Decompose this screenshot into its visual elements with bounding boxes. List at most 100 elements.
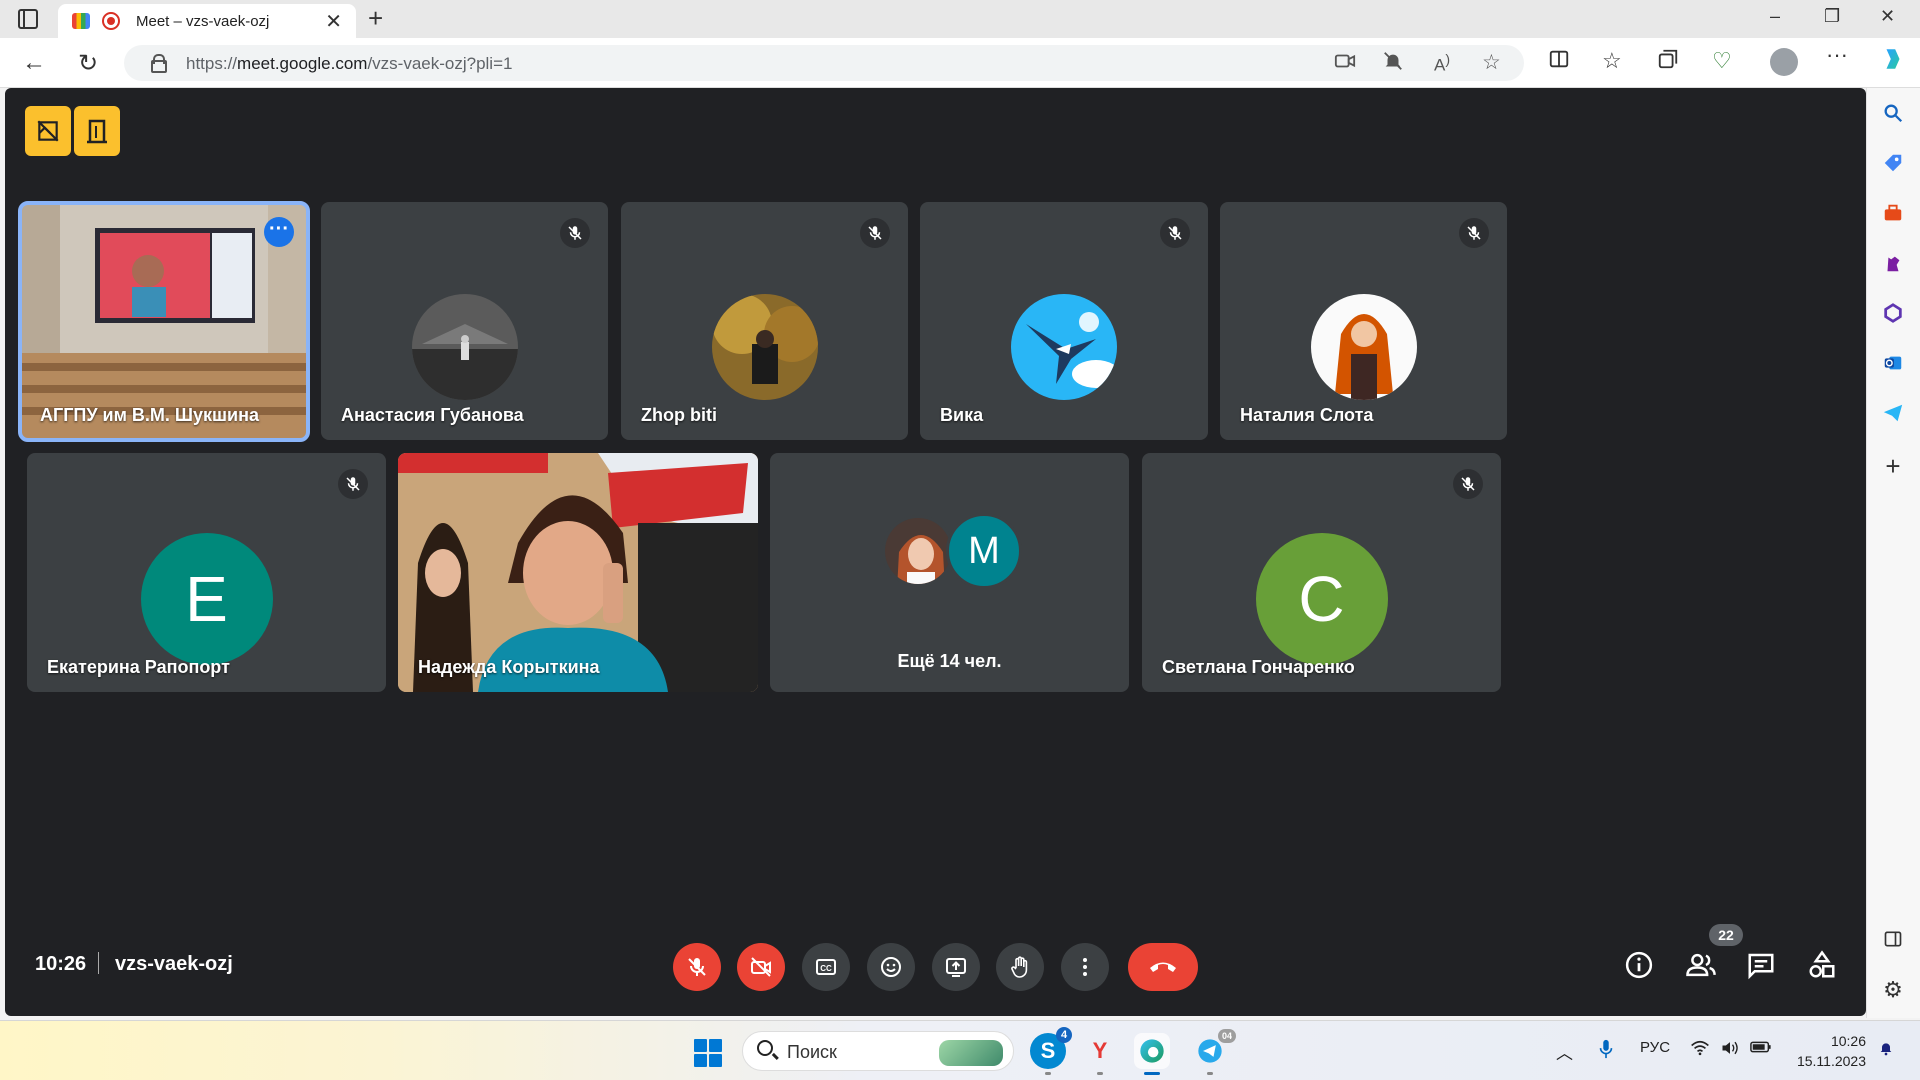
notifications-bell-icon[interactable] bbox=[1878, 1039, 1894, 1062]
participant-name: Zhop biti bbox=[641, 405, 717, 425]
breakout-rooms-button[interactable] bbox=[74, 106, 120, 156]
edge-browser-icon[interactable] bbox=[1134, 1033, 1170, 1075]
input-language-indicator[interactable]: РУС bbox=[1640, 1039, 1670, 1056]
shopping-tag-icon[interactable] bbox=[1879, 152, 1907, 180]
info-icon bbox=[1625, 951, 1653, 979]
microphone-toggle-button[interactable] bbox=[673, 943, 721, 991]
meeting-details-button[interactable] bbox=[1624, 950, 1658, 984]
windows-start-button[interactable] bbox=[694, 1039, 722, 1067]
hide-sidebar-icon[interactable] bbox=[1879, 928, 1907, 956]
participant-tile-svetlana[interactable]: С Светлана Гончаренко bbox=[1142, 453, 1501, 692]
present-screen-button[interactable] bbox=[932, 943, 980, 991]
battery-icon[interactable] bbox=[1750, 1039, 1772, 1059]
url-text[interactable]: https://meet.google.com/vzs-vaek-ozj?pli… bbox=[186, 54, 512, 74]
hang-up-icon bbox=[1150, 962, 1176, 972]
wifi-icon[interactable] bbox=[1690, 1039, 1710, 1062]
participant-initial-avatar: Е bbox=[140, 533, 273, 665]
participant-tile-nataliya[interactable]: Наталия Слота bbox=[1220, 202, 1507, 440]
taskbar-search-box[interactable]: Поиск bbox=[742, 1031, 1014, 1071]
profile-avatar[interactable] bbox=[1770, 48, 1798, 76]
raise-hand-icon bbox=[1011, 956, 1028, 978]
chat-icon bbox=[1748, 953, 1774, 980]
activities-button[interactable] bbox=[1807, 950, 1841, 984]
activities-icon bbox=[1809, 950, 1835, 978]
meeting-clock: 10:26 bbox=[35, 953, 87, 975]
read-aloud-icon[interactable]: A) bbox=[1434, 52, 1450, 76]
system-clock[interactable]: 10:26 15.11.2023 bbox=[1790, 1031, 1866, 1071]
google-meet-favicon-icon bbox=[72, 13, 90, 29]
new-tab-button[interactable]: + bbox=[368, 3, 383, 34]
more-options-button[interactable] bbox=[1061, 943, 1109, 991]
present-screen-icon bbox=[946, 958, 966, 977]
skype-app-icon[interactable]: S 4 bbox=[1030, 1027, 1072, 1075]
restore-button[interactable]: ❐ bbox=[1824, 6, 1840, 27]
tab-actions-icon[interactable] bbox=[18, 9, 38, 29]
participant-name: Екатерина Рапопорт bbox=[47, 657, 230, 677]
copilot-icon[interactable] bbox=[1880, 46, 1906, 78]
notifications-off-icon[interactable] bbox=[1382, 50, 1404, 78]
participant-tile-aggpu[interactable]: ··· АГГПУ им В.М. Шукшина bbox=[18, 201, 310, 442]
settings-gear-icon[interactable]: ⚙ bbox=[1879, 976, 1907, 1004]
games-icon[interactable] bbox=[1879, 252, 1907, 280]
participant-photo bbox=[1310, 294, 1417, 400]
settings-more-icon[interactable]: ··· bbox=[1826, 42, 1848, 68]
search-highlight-image bbox=[939, 1040, 1003, 1066]
add-icon[interactable]: + bbox=[1879, 452, 1907, 480]
tab-close-button[interactable]: ✕ bbox=[325, 9, 342, 34]
svg-text:CC: CC bbox=[820, 964, 832, 973]
camera-icon[interactable] bbox=[1334, 50, 1356, 78]
collections-icon[interactable] bbox=[1657, 48, 1679, 76]
favorite-star-icon[interactable]: ☆ bbox=[1482, 50, 1501, 75]
visual-effects-button[interactable] bbox=[25, 106, 71, 156]
outlook-icon[interactable] bbox=[1879, 352, 1907, 380]
yandex-browser-icon[interactable]: Y bbox=[1082, 1033, 1118, 1075]
participant-name: Надежда Корыткина bbox=[418, 657, 600, 677]
raise-hand-button[interactable] bbox=[996, 943, 1044, 991]
participant-tile-vika[interactable]: Вика bbox=[920, 202, 1208, 440]
volume-icon[interactable] bbox=[1720, 1039, 1740, 1062]
mic-off-icon bbox=[1459, 218, 1489, 248]
more-vertical-icon bbox=[1083, 958, 1087, 976]
minimize-button[interactable]: – bbox=[1770, 6, 1780, 27]
show-hidden-icons-button[interactable]: ︿ bbox=[1556, 1039, 1573, 1064]
back-button[interactable]: ← bbox=[22, 49, 46, 77]
reload-button[interactable]: ↻ bbox=[78, 49, 98, 78]
camera-toggle-button[interactable] bbox=[737, 943, 785, 991]
tile-more-options-button[interactable]: ··· bbox=[264, 217, 294, 247]
telegram-send-icon[interactable] bbox=[1879, 402, 1907, 430]
participant-photo bbox=[411, 294, 518, 400]
send-reaction-button[interactable] bbox=[867, 943, 915, 991]
lock-icon[interactable] bbox=[150, 54, 167, 73]
telegram-app-icon[interactable]: 04 bbox=[1192, 1029, 1236, 1075]
browser-tab-meet[interactable]: Meet – vzs-vaek-ozj ✕ bbox=[58, 4, 356, 38]
tools-briefcase-icon[interactable] bbox=[1879, 202, 1907, 230]
participant-tile-nadezhda[interactable]: Надежда Корыткина bbox=[398, 453, 758, 692]
recording-indicator-icon bbox=[102, 12, 120, 30]
browser-essentials-icon[interactable]: ♡ bbox=[1712, 48, 1732, 74]
participant-name: Наталия Слота bbox=[1240, 405, 1374, 425]
chat-button[interactable] bbox=[1746, 950, 1780, 984]
participant-tile-zhop-biti[interactable]: Zhop biti bbox=[621, 202, 908, 440]
participant-tile-anastasia[interactable]: Анастасия Губанова bbox=[321, 202, 608, 440]
clock-time: 10:26 bbox=[1830, 1033, 1866, 1049]
participant-photo bbox=[711, 294, 818, 400]
split-screen-icon[interactable] bbox=[1548, 48, 1570, 76]
captions-button[interactable]: CC bbox=[802, 943, 850, 991]
captions-icon: CC bbox=[816, 959, 836, 975]
mic-off-icon bbox=[688, 958, 706, 976]
people-button[interactable] bbox=[1685, 950, 1719, 984]
participant-tile-ekaterina[interactable]: Е Екатерина Рапопорт bbox=[27, 453, 386, 692]
leave-call-button[interactable] bbox=[1128, 943, 1198, 991]
search-placeholder: Поиск bbox=[787, 1042, 837, 1062]
mic-off-icon bbox=[1160, 218, 1190, 248]
address-bar[interactable]: https://meet.google.com/vzs-vaek-ozj?pli… bbox=[124, 45, 1524, 81]
more-participants-tile[interactable]: M Ещё 14 чел. bbox=[770, 453, 1129, 692]
search-icon[interactable] bbox=[1879, 102, 1907, 130]
favorites-icon[interactable]: ☆ bbox=[1602, 48, 1622, 74]
more-participants-label: Ещё 14 чел. bbox=[897, 651, 1002, 671]
telegram-badge: 04 bbox=[1218, 1029, 1236, 1043]
microsoft365-icon[interactable] bbox=[1879, 302, 1907, 330]
mic-off-icon bbox=[860, 218, 890, 248]
microphone-tray-icon[interactable] bbox=[1598, 1039, 1614, 1064]
close-window-button[interactable]: ✕ bbox=[1880, 6, 1895, 27]
